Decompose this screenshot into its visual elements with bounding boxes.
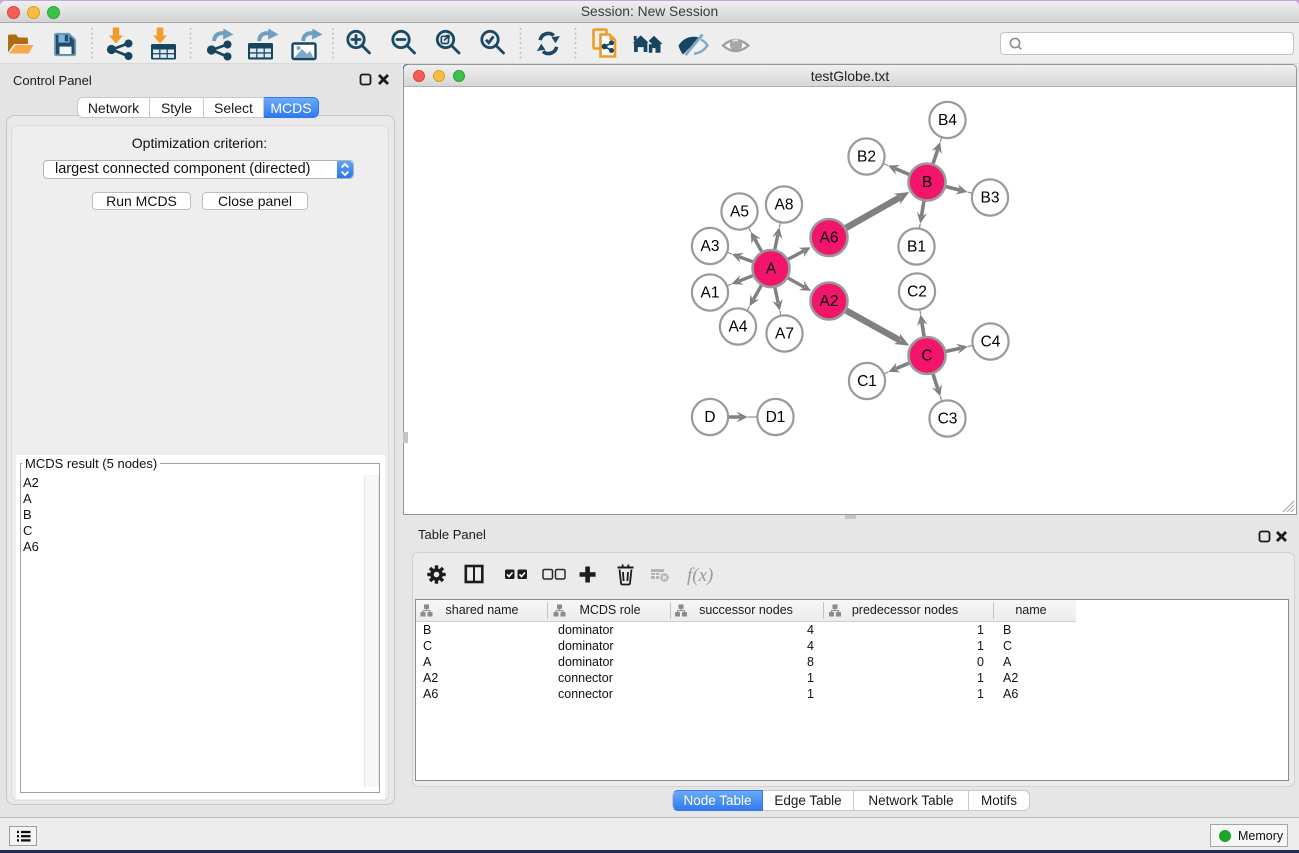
svg-text:B2: B2 [857, 149, 876, 166]
svg-text:A5: A5 [730, 204, 749, 221]
svg-text:C1: C1 [857, 373, 877, 390]
svg-text:A: A [766, 261, 777, 278]
svg-text:C4: C4 [981, 334, 1001, 351]
svg-text:A8: A8 [775, 197, 794, 214]
svg-text:D1: D1 [766, 409, 786, 426]
svg-text:A7: A7 [775, 326, 794, 343]
svg-text:A6: A6 [820, 230, 839, 247]
svg-text:B3: B3 [981, 190, 1000, 207]
svg-text:f(x): f(x) [687, 565, 713, 586]
svg-text:B4: B4 [938, 112, 957, 129]
svg-text:A4: A4 [729, 319, 748, 336]
svg-text:C3: C3 [938, 411, 958, 428]
svg-text:A3: A3 [701, 238, 720, 255]
svg-text:A1: A1 [701, 285, 720, 302]
svg-text:C: C [921, 348, 932, 365]
svg-text:B1: B1 [907, 239, 926, 256]
svg-text:B: B [922, 174, 932, 191]
svg-text:C2: C2 [907, 284, 927, 301]
svg-text:A2: A2 [820, 293, 839, 310]
svg-text:D: D [704, 409, 715, 426]
